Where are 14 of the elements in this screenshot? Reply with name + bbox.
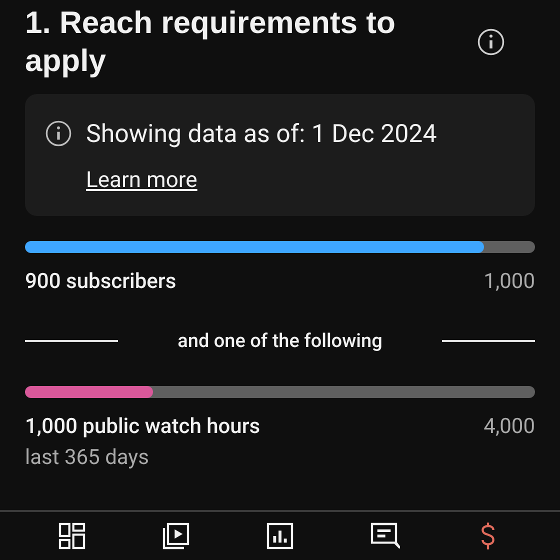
divider-label: and one of the following [178,329,382,353]
requirement-label: 900 subscribers [25,269,176,296]
info-icon [477,28,505,56]
info-icon [45,120,72,147]
requirement-target: 4,000 [484,414,535,441]
bar-chart-icon[interactable] [264,520,296,552]
requirement-target: 1,000 [484,269,535,296]
requirement-label: 1,000 public watch hours [25,414,260,441]
dashboard-icon[interactable] [56,520,88,552]
video-library-icon[interactable] [160,520,192,552]
requirement-period: last 365 days [25,445,150,472]
learn-more-link[interactable]: Learn more [86,168,198,194]
notice-text: Showing data as of: 1 Dec 2024 [86,120,437,150]
section-title: 1. Reach requirements to apply [25,4,396,80]
